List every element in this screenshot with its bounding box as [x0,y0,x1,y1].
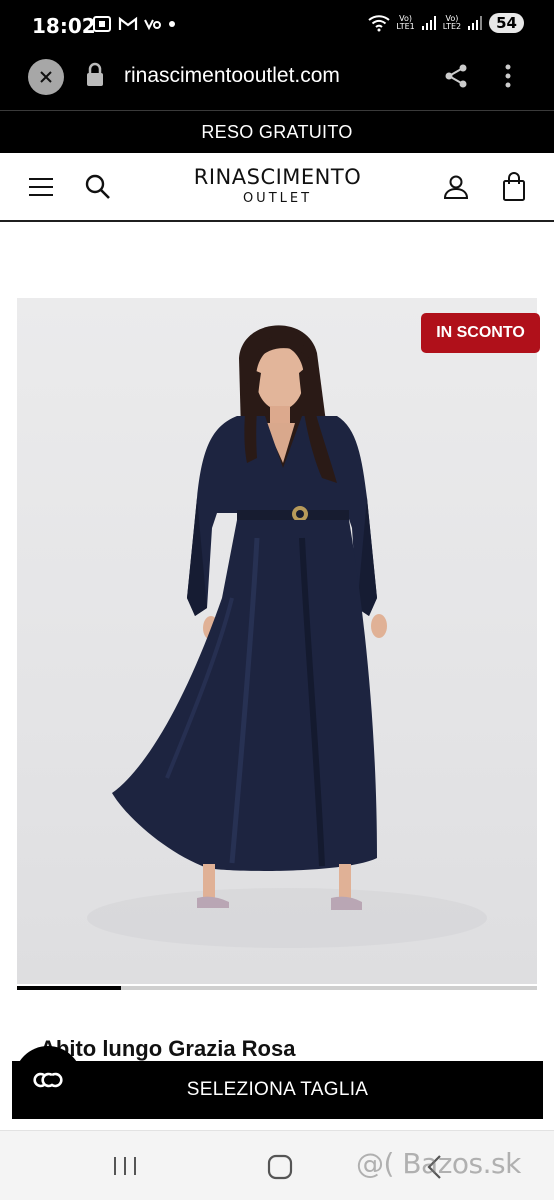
carousel-progress-fill [17,986,121,990]
carousel-progress [17,986,537,990]
dot-icon [169,21,175,27]
brand-logo[interactable]: RINASCIMENTO OUTLET [190,165,365,206]
logo-main-text: RINASCIMENTO [193,165,362,189]
close-icon [40,71,52,83]
vo-icon [144,19,161,31]
url-text[interactable]: rinascimentooutlet.com [124,64,340,88]
account-icon[interactable] [443,174,469,200]
menu-icon[interactable] [28,177,54,197]
recent-apps-icon[interactable] [112,1155,138,1177]
battery-indicator: 54 [489,13,524,33]
screen: 18:02 Vo) LTE1 Vo) LTE2 54 rinascimentoout… [0,0,554,1200]
product-photo [87,325,487,948]
system-icons: Vo) LTE1 Vo) LTE2 54 [368,13,524,33]
cookie-settings-button[interactable] [14,1046,82,1114]
product-title: Abito lungo Grazia Rosa [40,1036,296,1061]
close-tab-button[interactable] [28,59,64,95]
gmail-icon [118,16,138,30]
browser-toolbar: rinascimentooutlet.com [0,52,554,110]
lock-icon[interactable] [85,62,105,88]
wifi-icon [368,15,390,32]
product-image[interactable] [17,298,537,984]
cookie-consent-icon [33,1072,63,1088]
status-bar: 18:02 Vo) LTE1 Vo) LTE2 54 [0,0,554,52]
share-icon[interactable] [443,63,469,89]
sim1-label: Vo) LTE1 [396,14,415,31]
select-size-button[interactable]: SELEZIONA TAGLIA [12,1061,543,1119]
signal-icon-1 [421,16,436,30]
signal-icon-2 [468,16,483,30]
screenshot-icon [93,16,111,32]
more-menu-icon[interactable] [496,63,520,91]
promo-banner: RESO GRATUITO [0,110,554,153]
sale-badge: IN SCONTO [421,313,540,353]
system-nav-bar: @( Bazos.sk [0,1130,554,1200]
sale-badge-text: IN SCONTO [436,324,525,341]
notification-icons [92,15,176,33]
home-icon[interactable] [267,1154,293,1180]
promo-text: RESO GRATUITO [201,121,353,142]
site-header: RINASCIMENTO OUTLET [0,153,554,222]
shopping-bag-icon[interactable] [502,172,526,202]
select-size-label: SELEZIONA TAGLIA [186,1079,369,1100]
sim2-label: Vo) LTE2 [442,14,462,31]
logo-sub-text: OUTLET [242,191,313,206]
watermark-text: @( Bazos.sk [356,1147,521,1180]
search-icon[interactable] [85,174,111,200]
status-time: 18:02 [32,14,96,38]
